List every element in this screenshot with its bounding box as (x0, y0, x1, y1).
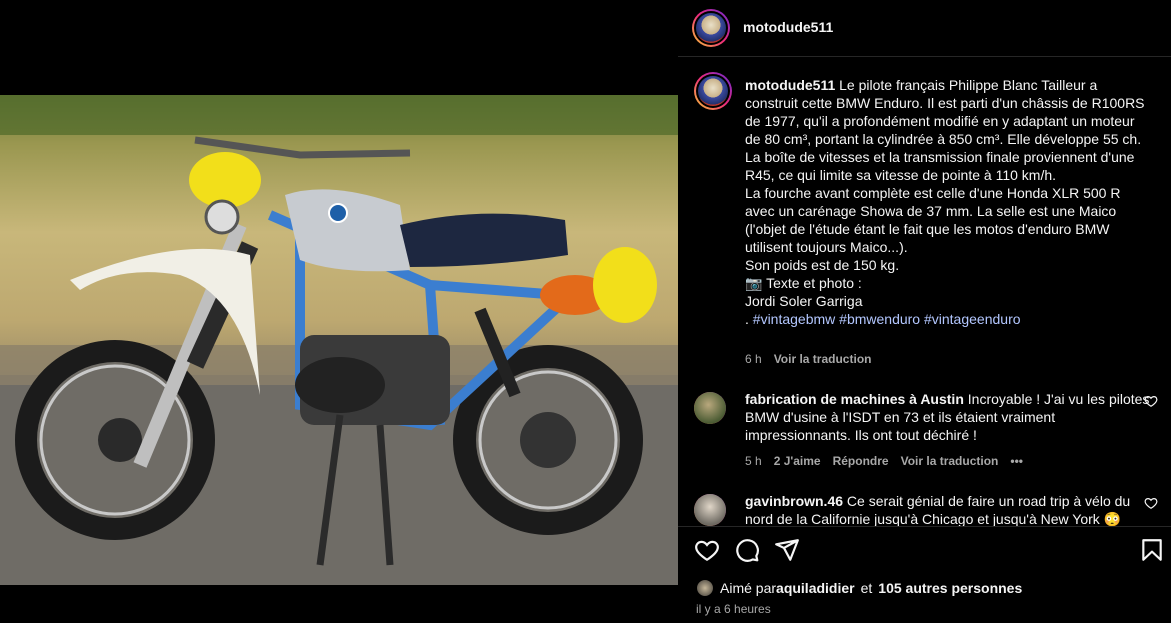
liker-avatar (696, 579, 714, 597)
author-avatar[interactable] (692, 9, 730, 47)
motorcycle-illustration (0, 95, 678, 585)
caption-translate-link[interactable]: Voir la traduction (774, 352, 872, 366)
comment-avatar[interactable] (694, 494, 726, 526)
comment-more-icon[interactable]: ••• (1010, 454, 1023, 468)
comment-username[interactable]: fabrication de machines à Austin (745, 391, 964, 407)
comment-text: fabrication de machines à Austin Incroya… (745, 390, 1150, 444)
likes-summary[interactable]: Aimé par aquiladidier et 105 autres pers… (696, 579, 1022, 597)
caption: motodude511 Le pilote français Philippe … (694, 72, 1164, 366)
comment-time: 5 h (745, 454, 762, 468)
share-icon[interactable] (774, 537, 800, 563)
comment-likes[interactable]: 2 J'aime (774, 454, 821, 468)
post-timestamp: il y a 6 heures (696, 602, 771, 616)
likes-conj: et (860, 580, 873, 596)
post-header: motodude511 (678, 0, 1171, 57)
comment-translate-link[interactable]: Voir la traduction (901, 454, 999, 468)
action-bar: Aimé par aquiladidier et 105 autres pers… (678, 526, 1171, 623)
comment-item: fabrication de machines à Austin Incroya… (694, 390, 1164, 470)
author-username[interactable]: motodude511 (743, 19, 833, 35)
caption-meta: 6 h Voir la traduction (745, 352, 871, 366)
caption-username[interactable]: motodude511 (745, 77, 835, 93)
comment-reply-button[interactable]: Répondre (833, 454, 889, 468)
caption-text: motodude511 Le pilote français Philippe … (745, 76, 1150, 328)
comment-heart-icon[interactable] (1144, 496, 1158, 510)
hashtags[interactable]: #vintagebmw #bmwenduro #vintageenduro (753, 311, 1021, 327)
comment-avatar[interactable] (694, 392, 726, 424)
comment-item: gavinbrown.46 Ce serait génial de faire … (694, 492, 1164, 526)
heart-icon[interactable] (694, 537, 720, 563)
comment-heart-icon[interactable] (1144, 394, 1158, 408)
post-photo (0, 95, 678, 585)
comment-icon[interactable] (734, 537, 760, 563)
likes-user[interactable]: aquiladidier (776, 580, 855, 596)
comments-scroll[interactable]: motodude511 Le pilote français Philippe … (678, 58, 1171, 526)
likes-prefix: Aimé par (720, 580, 777, 596)
comment-text: gavinbrown.46 Ce serait génial de faire … (745, 492, 1150, 526)
comment-meta: 5 h 2 J'aime Répondre Voir la traduction… (745, 454, 1023, 468)
caption-body: Le pilote français Philippe Blanc Taille… (745, 77, 1145, 309)
bookmark-icon[interactable] (1139, 537, 1165, 563)
caption-time: 6 h (745, 352, 762, 366)
post-media[interactable] (0, 0, 678, 623)
post-panel: motodude511 motodude511 Le pilote frança… (678, 0, 1171, 623)
hashtag-prefix: . (745, 311, 749, 327)
comment-username[interactable]: gavinbrown.46 (745, 493, 843, 509)
caption-avatar[interactable] (694, 72, 732, 110)
likes-others[interactable]: 105 autres personnes (878, 580, 1022, 596)
